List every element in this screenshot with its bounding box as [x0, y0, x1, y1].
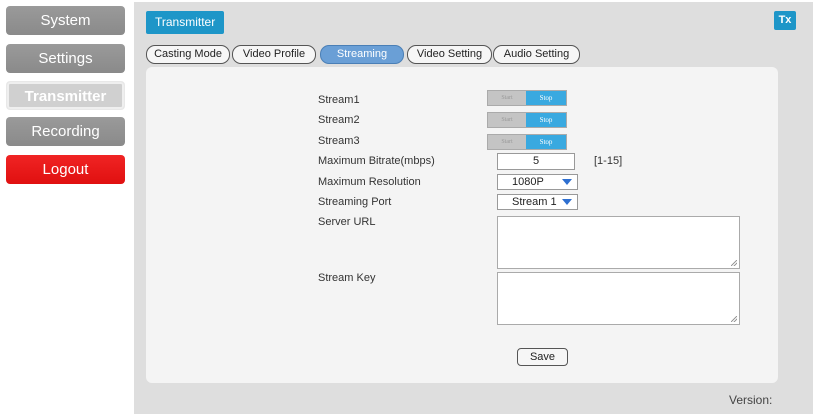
nav-recording[interactable]: Recording [6, 117, 125, 146]
logout-label: Logout [42, 161, 89, 178]
nav-system-label: System [40, 12, 91, 29]
max-resolution-select[interactable]: 1080P [497, 174, 578, 190]
stream1-toggle: Start Stop [487, 90, 567, 106]
stream-key-label: Stream Key [318, 272, 376, 284]
stream3-toggle: Start Stop [487, 134, 567, 150]
main-area: Transmitter Tx Casting Mode Video Profil… [134, 2, 813, 414]
tab-streaming[interactable]: Streaming [320, 45, 404, 64]
stream2-toggle: Start Stop [487, 112, 567, 128]
streaming-port-value: Stream 1 [512, 196, 557, 208]
tab-audio-setting[interactable]: Audio Setting [493, 45, 580, 64]
tab-streaming-label: Streaming [336, 48, 388, 60]
streaming-port-select[interactable]: Stream 1 [497, 194, 578, 210]
chevron-down-icon [562, 179, 572, 185]
save-button[interactable]: Save [517, 348, 568, 366]
server-url-label: Server URL [318, 216, 376, 228]
nav-transmitter[interactable]: Transmitter [6, 81, 125, 110]
chevron-down-icon [562, 199, 572, 205]
nav-settings-label: Settings [38, 50, 93, 67]
page-title: Transmitter [146, 11, 225, 34]
tab-video-profile-label: Video Profile [242, 48, 306, 60]
stream1-label: Stream1 [318, 94, 360, 106]
nav-recording-label: Recording [31, 123, 100, 140]
stream-key-textarea[interactable] [497, 272, 740, 325]
nav-settings[interactable]: Settings [6, 44, 125, 73]
tab-video-setting-label: Video Setting [416, 48, 483, 60]
version-label: Version: [729, 393, 773, 407]
streaming-port-label: Streaming Port [318, 196, 392, 208]
tab-casting-mode-label: Casting Mode [154, 48, 222, 60]
max-resolution-value: 1080P [512, 176, 544, 188]
tab-video-profile[interactable]: Video Profile [232, 45, 316, 64]
stream1-stop-button[interactable]: Stop [526, 91, 566, 105]
tx-badge: Tx [774, 11, 796, 30]
resize-grip-icon[interactable] [731, 260, 737, 266]
stream2-label: Stream2 [318, 114, 360, 126]
stream2-start-button[interactable]: Start [488, 113, 526, 127]
resize-grip-icon[interactable] [731, 316, 737, 322]
max-bitrate-input[interactable]: 5 [497, 153, 575, 170]
server-url-textarea[interactable] [497, 216, 740, 269]
stream2-stop-button[interactable]: Stop [526, 113, 566, 127]
tab-audio-setting-label: Audio Setting [503, 48, 570, 60]
max-bitrate-label: Maximum Bitrate(mbps) [318, 155, 435, 167]
stream3-start-button[interactable]: Start [488, 135, 526, 149]
stream3-label: Stream3 [318, 135, 360, 147]
tab-casting-mode[interactable]: Casting Mode [146, 45, 230, 64]
stream1-start-button[interactable]: Start [488, 91, 526, 105]
logout-button[interactable]: Logout [6, 155, 125, 184]
tab-video-setting[interactable]: Video Setting [407, 45, 492, 64]
streaming-panel: Stream1 Start Stop Stream2 Start Stop St… [146, 67, 778, 383]
max-resolution-label: Maximum Resolution [318, 176, 421, 188]
max-bitrate-range: [1-15] [594, 155, 623, 167]
stream3-stop-button[interactable]: Stop [526, 135, 566, 149]
nav-system[interactable]: System [6, 6, 125, 35]
nav-transmitter-label: Transmitter [24, 88, 107, 105]
